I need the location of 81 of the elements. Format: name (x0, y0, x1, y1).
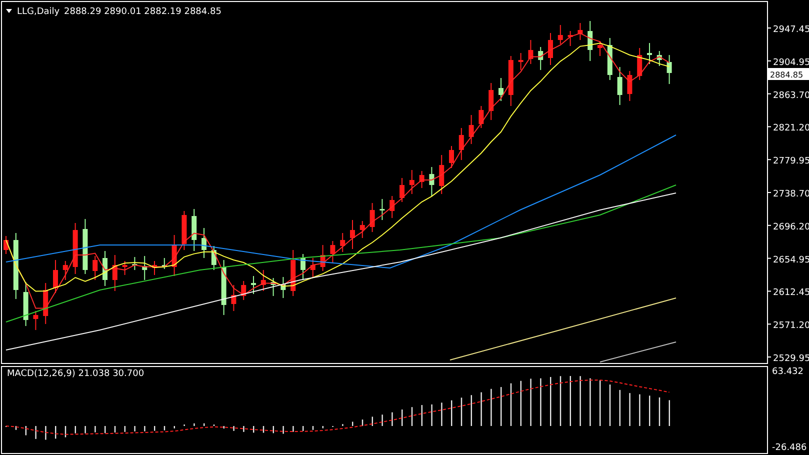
candle (330, 240, 336, 264)
candle (192, 208, 197, 252)
candle (241, 280, 246, 300)
dropdown-triangle-icon[interactable] (6, 9, 12, 13)
candle (102, 250, 108, 286)
candle (449, 146, 454, 168)
candle (419, 170, 424, 188)
candle (290, 250, 296, 296)
candle (607, 38, 612, 80)
candle (360, 220, 365, 238)
candle (666, 54, 672, 84)
price-axis-label: 2947.45 (773, 25, 809, 35)
candle (82, 218, 88, 274)
candle (518, 52, 524, 70)
candle (508, 56, 514, 106)
candle (221, 260, 226, 316)
price-axis-label: 2904.95 (773, 58, 809, 68)
candle (380, 198, 385, 220)
candle (152, 260, 157, 276)
price-axis-label: 2612.45 (773, 288, 809, 298)
candle (23, 282, 28, 326)
candle (647, 42, 652, 64)
candle (617, 66, 622, 106)
candle (390, 196, 395, 218)
candle (637, 48, 642, 80)
candle (202, 228, 206, 258)
candle (182, 210, 187, 250)
candle (598, 40, 602, 56)
symbol-label: LLG,Daily (17, 7, 60, 17)
candle (340, 232, 346, 252)
candle (4, 236, 8, 254)
candle (13, 232, 18, 300)
candle (280, 276, 286, 298)
candle (468, 114, 474, 144)
price-axis-label: 2654.95 (773, 255, 809, 266)
candle (627, 70, 632, 102)
candle (43, 282, 48, 324)
candle (112, 254, 118, 292)
price-axis-label: 2529.95 (773, 354, 809, 364)
candle (231, 284, 236, 312)
candle (320, 244, 326, 272)
candle (656, 50, 662, 66)
candle (409, 170, 414, 194)
candle (122, 260, 128, 276)
candle (478, 106, 484, 128)
ohlc-values: 2888.29 2890.01 2882.19 2884.85 (64, 7, 222, 17)
candle (211, 246, 216, 270)
candle (33, 310, 38, 330)
candle (400, 178, 404, 202)
candle (53, 260, 58, 294)
candle (251, 276, 256, 294)
candle (588, 20, 593, 62)
candle (260, 270, 266, 292)
macd-axis-label: 63.432 (772, 367, 804, 377)
candle (498, 78, 504, 102)
candle (568, 30, 573, 46)
candle (350, 220, 355, 250)
candle (270, 278, 276, 296)
candle (528, 40, 534, 64)
candle (488, 82, 494, 120)
candle (172, 234, 177, 276)
candle (558, 24, 563, 44)
candle (429, 166, 434, 196)
candle (548, 32, 553, 66)
candle (92, 256, 98, 280)
macd-axis-label: -26.486 (772, 443, 807, 453)
candle (72, 222, 78, 274)
candle (300, 254, 306, 280)
candle (370, 202, 375, 232)
candle (538, 46, 544, 70)
candle (132, 256, 138, 270)
price-axis-label: 2779.95 (773, 156, 809, 167)
candle (578, 22, 583, 40)
candle (162, 258, 167, 270)
candle (458, 128, 464, 160)
candle (62, 260, 68, 280)
candle (310, 258, 316, 278)
macd-label: MACD(12,26,9) 21.038 30.700 (7, 369, 144, 379)
candle (439, 154, 444, 194)
candle (142, 256, 148, 280)
current-price-label: 2884.85 (768, 68, 809, 80)
